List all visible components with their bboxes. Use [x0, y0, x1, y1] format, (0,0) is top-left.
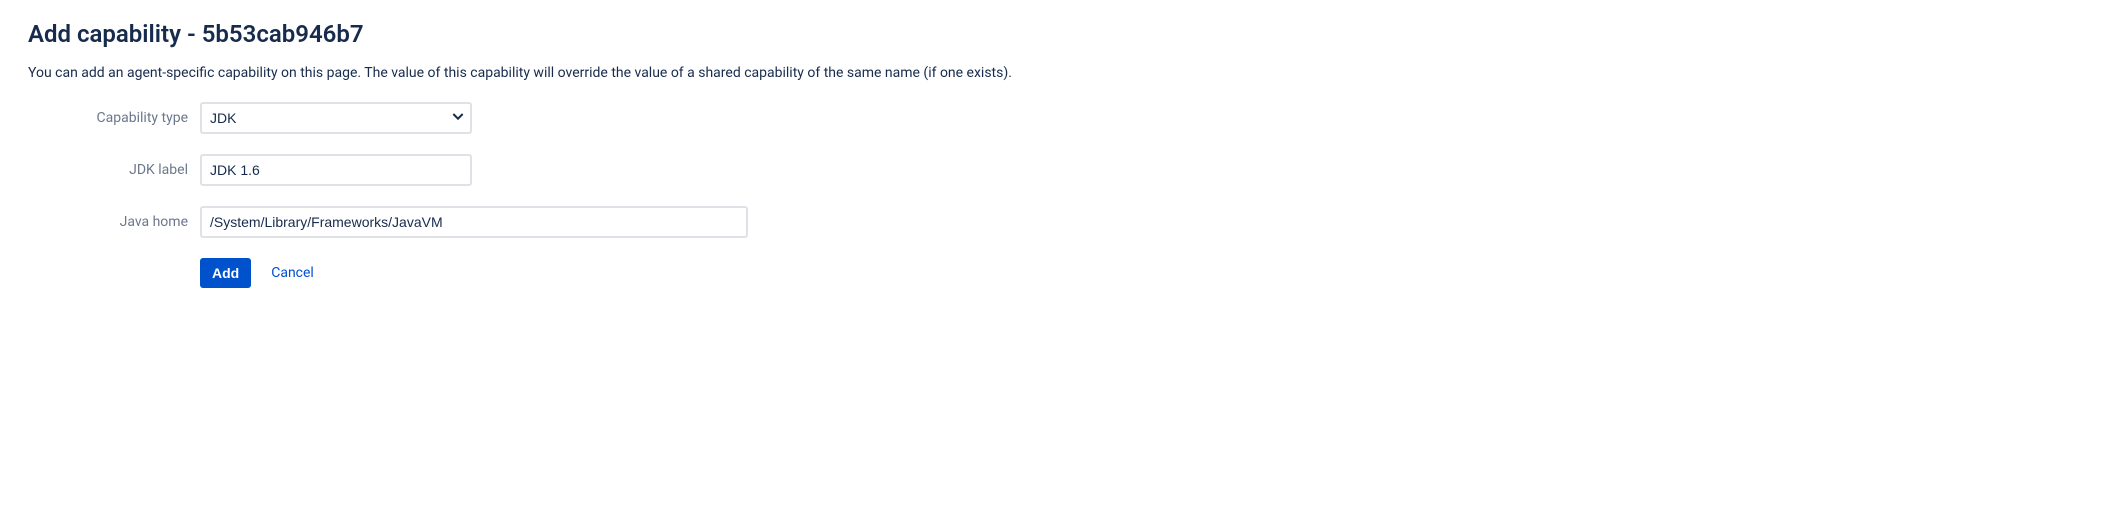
page-title: Add capability - 5b53cab946b7	[28, 20, 2096, 48]
java-home-row: Java home	[28, 206, 2096, 238]
form-actions: Add Cancel	[200, 258, 2096, 288]
capability-type-select[interactable]: JDK	[200, 102, 472, 134]
capability-type-row: Capability type JDK	[28, 102, 2096, 134]
capability-type-select-wrapper: JDK	[200, 102, 472, 134]
jdk-label-label: JDK label	[28, 162, 200, 178]
add-button[interactable]: Add	[200, 258, 251, 288]
jdk-label-row: JDK label	[28, 154, 2096, 186]
page-description: You can add an agent-specific capability…	[28, 64, 2096, 84]
java-home-label: Java home	[28, 214, 200, 230]
cancel-link[interactable]: Cancel	[271, 265, 314, 281]
jdk-label-input[interactable]	[200, 154, 472, 186]
capability-type-label: Capability type	[28, 110, 200, 126]
java-home-input[interactable]	[200, 206, 748, 238]
